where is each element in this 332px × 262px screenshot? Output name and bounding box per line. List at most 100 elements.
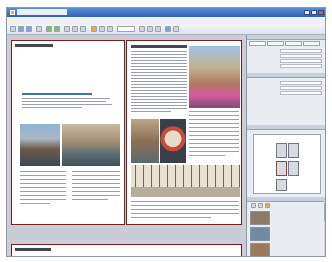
text-line bbox=[131, 87, 187, 88]
property-row bbox=[250, 91, 324, 95]
save-icon[interactable] bbox=[26, 26, 32, 32]
library-folder-icon[interactable] bbox=[265, 203, 270, 208]
text-line bbox=[189, 139, 239, 140]
open-icon[interactable] bbox=[18, 26, 24, 32]
text-line bbox=[72, 183, 120, 184]
tab-image[interactable] bbox=[285, 41, 302, 46]
close-button[interactable] bbox=[318, 10, 324, 15]
navigator-preview[interactable] bbox=[253, 134, 321, 194]
text-line bbox=[131, 78, 187, 79]
layout-icon[interactable] bbox=[139, 26, 145, 32]
right-page[interactable] bbox=[126, 40, 242, 225]
text-line bbox=[131, 60, 187, 61]
page-header-bar bbox=[15, 248, 51, 251]
text-line bbox=[189, 127, 239, 128]
window-title-tab[interactable] bbox=[17, 9, 67, 15]
photo-palace[interactable] bbox=[131, 165, 240, 197]
image-thumbnail[interactable] bbox=[250, 211, 270, 225]
redo-icon[interactable] bbox=[54, 26, 60, 32]
zoom-input[interactable] bbox=[117, 26, 135, 32]
property-row bbox=[250, 86, 324, 90]
panel-section-title[interactable] bbox=[247, 35, 325, 40]
text-line bbox=[20, 195, 66, 196]
grid-icon[interactable] bbox=[147, 26, 153, 32]
text-line bbox=[20, 191, 66, 192]
undo-icon[interactable] bbox=[46, 26, 52, 32]
property-value[interactable] bbox=[280, 91, 322, 95]
document-canvas[interactable] bbox=[7, 35, 246, 256]
navigator-title[interactable] bbox=[247, 125, 325, 130]
text-line bbox=[189, 155, 225, 156]
photo-gondola[interactable] bbox=[20, 124, 60, 166]
text-line bbox=[131, 209, 239, 210]
text-line bbox=[131, 111, 171, 112]
image-thumbnail[interactable] bbox=[250, 227, 270, 241]
maximize-button[interactable] bbox=[311, 10, 317, 15]
new-icon[interactable] bbox=[10, 26, 16, 32]
library-remove-icon[interactable] bbox=[258, 203, 263, 208]
text-line bbox=[72, 175, 120, 176]
text-line bbox=[131, 90, 187, 91]
text-line bbox=[189, 147, 239, 148]
photo-church[interactable] bbox=[189, 46, 240, 108]
next-page-preview[interactable] bbox=[11, 244, 242, 256]
minimize-button[interactable] bbox=[304, 10, 310, 15]
scrollbar-thumb[interactable] bbox=[324, 203, 325, 221]
property-value[interactable] bbox=[280, 81, 322, 85]
text-line bbox=[189, 115, 239, 116]
cut-icon[interactable] bbox=[64, 26, 70, 32]
panel-scrollbar[interactable] bbox=[324, 201, 325, 256]
nav-page-current[interactable] bbox=[276, 161, 287, 176]
preview-icon[interactable] bbox=[155, 26, 161, 32]
text-line bbox=[131, 105, 187, 106]
text-line bbox=[131, 75, 187, 76]
tab-text[interactable] bbox=[267, 41, 284, 46]
tab-effects[interactable] bbox=[303, 41, 320, 46]
text-line bbox=[131, 51, 187, 52]
text-line bbox=[189, 123, 239, 124]
nav-page-thumb[interactable] bbox=[288, 161, 299, 176]
print-icon[interactable] bbox=[36, 26, 42, 32]
photo-canal[interactable] bbox=[62, 124, 120, 166]
property-value[interactable] bbox=[280, 86, 322, 90]
text-line bbox=[131, 69, 187, 70]
image-icon[interactable] bbox=[91, 26, 97, 32]
photo-mask[interactable] bbox=[160, 119, 186, 163]
library-add-icon[interactable] bbox=[251, 203, 256, 208]
photo-bridge[interactable] bbox=[131, 119, 159, 163]
text-line bbox=[131, 57, 187, 58]
panel-section-title[interactable] bbox=[247, 73, 325, 78]
text-line bbox=[189, 119, 239, 120]
image-library-title[interactable] bbox=[247, 197, 325, 202]
nav-page-thumb[interactable] bbox=[276, 143, 287, 158]
text-line bbox=[72, 191, 120, 192]
property-value[interactable] bbox=[280, 49, 322, 53]
text-line bbox=[72, 195, 120, 196]
tab-layout[interactable] bbox=[249, 41, 266, 46]
help-icon[interactable] bbox=[173, 26, 179, 32]
text-icon[interactable] bbox=[99, 26, 105, 32]
text-line bbox=[22, 98, 110, 99]
nav-page-thumb[interactable] bbox=[276, 179, 287, 191]
text-line bbox=[20, 175, 66, 176]
nav-page-thumb[interactable] bbox=[288, 143, 299, 158]
copy-icon[interactable] bbox=[72, 26, 78, 32]
text-line bbox=[131, 96, 187, 97]
headline-text bbox=[22, 93, 92, 95]
left-page[interactable] bbox=[11, 40, 125, 225]
text-line bbox=[131, 102, 187, 103]
text-line bbox=[131, 205, 239, 206]
zoom-icon[interactable] bbox=[107, 26, 113, 32]
property-value[interactable] bbox=[280, 59, 322, 63]
text-line bbox=[22, 104, 112, 105]
export-icon[interactable] bbox=[165, 26, 171, 32]
image-thumbnail[interactable] bbox=[250, 243, 270, 256]
page-header-bar bbox=[131, 45, 187, 48]
property-value[interactable] bbox=[280, 54, 322, 58]
property-value[interactable] bbox=[280, 64, 322, 68]
text-line bbox=[189, 151, 239, 152]
property-row bbox=[250, 59, 324, 63]
text-line bbox=[20, 203, 50, 204]
paste-icon[interactable] bbox=[80, 26, 86, 32]
thumbnail-label bbox=[273, 248, 313, 252]
